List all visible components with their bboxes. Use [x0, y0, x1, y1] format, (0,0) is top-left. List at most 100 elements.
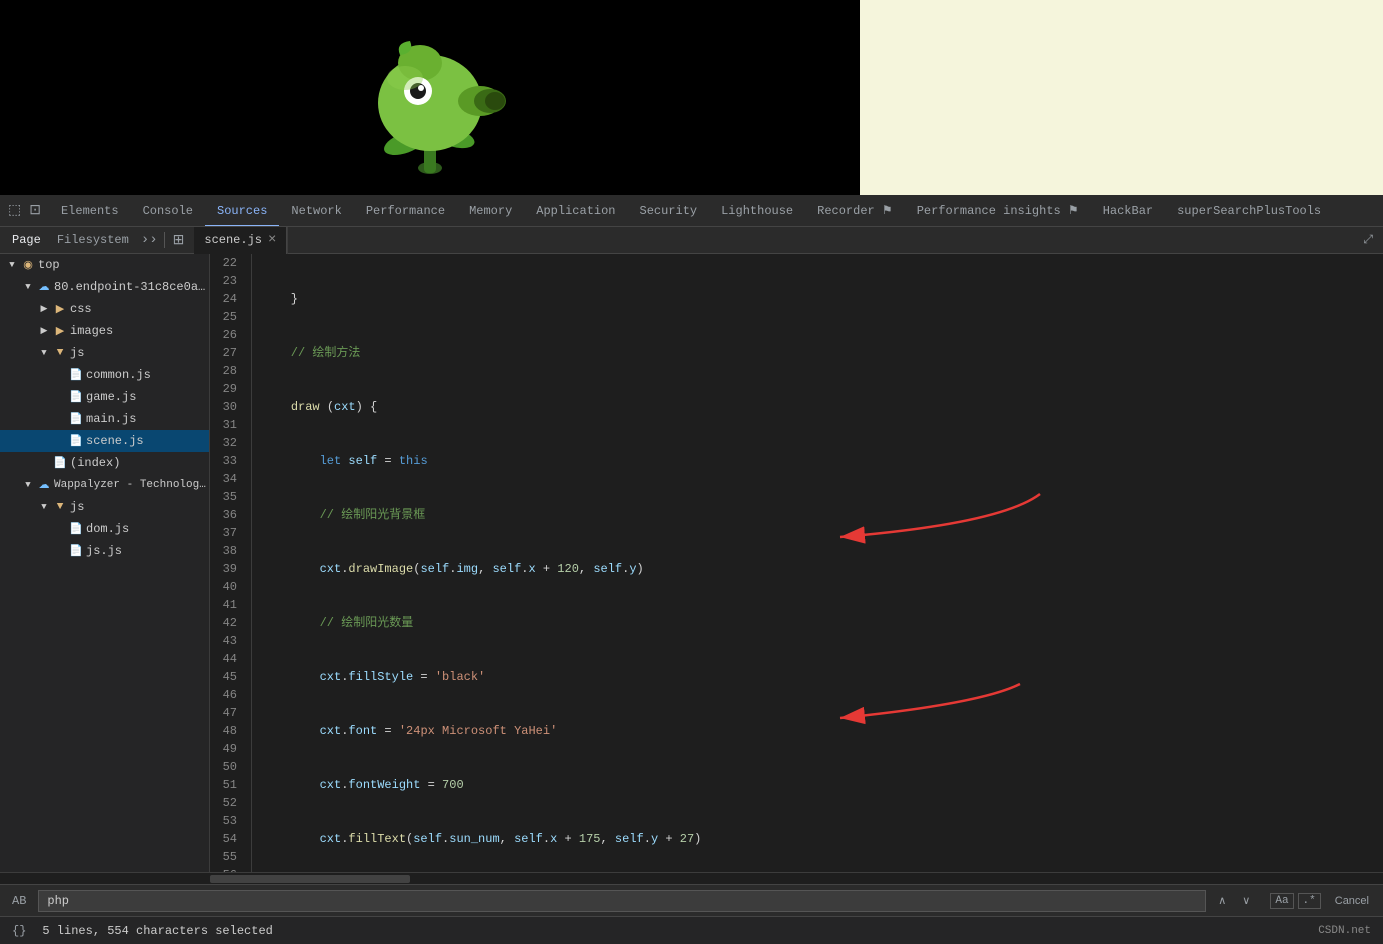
tab-console[interactable]: Console — [131, 195, 205, 227]
line-28: // 绘制阳光数量 — [262, 614, 1383, 632]
tree-item-index[interactable]: 📄 (index) — [0, 452, 209, 474]
tab-recorder[interactable]: Recorder ⚑ — [805, 195, 905, 227]
cloud-icon-endpoint: ☁ — [36, 280, 52, 294]
line-27: cxt.drawImage(self.img, self.x + 120, se… — [262, 560, 1383, 578]
more-tabs-icon[interactable]: ›› — [137, 232, 162, 248]
tree-arrow-wappalyzer: ▼ — [20, 480, 36, 490]
folder-icon-top: ◉ — [20, 258, 36, 272]
bottom-status-bar: {} 5 lines, 554 characters selected CSDN… — [0, 916, 1383, 944]
search-up-arrow[interactable]: ∧ — [1214, 894, 1230, 908]
file-icon-index: 📄 — [52, 456, 68, 470]
tree-item-js-folder[interactable]: ▼ ▼ js — [0, 342, 209, 364]
tree-label-images: images — [68, 324, 113, 338]
js-icon: {} — [12, 924, 26, 938]
cancel-search-btn[interactable]: Cancel — [1329, 893, 1375, 909]
tab-application[interactable]: Application — [524, 195, 627, 227]
tab-hackbar[interactable]: HackBar — [1091, 195, 1165, 227]
tab-memory[interactable]: Memory — [457, 195, 524, 227]
main-content: ▼ ◉ top ▼ ☁ 80.endpoint-31c8ce0a9bfa421b… — [0, 254, 1383, 872]
line-31: cxt.fontWeight = 700 — [262, 776, 1383, 794]
tree-item-dom-js[interactable]: 📄 dom.js — [0, 518, 209, 540]
tab-page[interactable]: Page — [4, 227, 49, 254]
devtools-icons: ⬚ ⊡ — [0, 198, 49, 223]
tree-arrow-js: ▼ — [36, 348, 52, 358]
case-match-btn[interactable]: Aa — [1270, 893, 1293, 909]
tree-label-jsjs: js.js — [84, 544, 122, 558]
line-23: // 绘制方法 — [262, 344, 1383, 362]
tree-label-dom-js: dom.js — [84, 522, 129, 536]
folder-icon-wap-js: ▼ — [52, 501, 68, 513]
devtools-tabs-bar: ⬚ ⊡ Elements Console Sources Network Per… — [0, 195, 1383, 227]
tree-label-endpoint: 80.endpoint-31c8ce0a9bfa421bb — [52, 280, 209, 294]
tab-performance-insights[interactable]: Performance insights ⚑ — [905, 195, 1091, 227]
tree-item-endpoint[interactable]: ▼ ☁ 80.endpoint-31c8ce0a9bfa421bb — [0, 276, 209, 298]
tab-network[interactable]: Network — [279, 195, 353, 227]
preview-area — [0, 0, 1383, 195]
line-26: // 绘制阳光背景框 — [262, 506, 1383, 524]
tree-label-common-js: common.js — [84, 368, 151, 382]
tree-label-top: top — [36, 258, 60, 272]
line-29: cxt.fillStyle = 'black' — [262, 668, 1383, 686]
code-editor[interactable]: 2223242526 2728293031 3233343536 3738394… — [210, 254, 1383, 872]
folder-icon-js: ▼ — [52, 347, 68, 359]
tree-label-css: css — [68, 302, 92, 316]
tree-item-wap-js[interactable]: ▼ ▼ js — [0, 496, 209, 518]
file-icon-game: 📄 — [68, 390, 84, 404]
code-content[interactable]: 2223242526 2728293031 3233343536 3738394… — [210, 254, 1383, 872]
line-24: draw (cxt) { — [262, 398, 1383, 416]
cloud-icon-wappalyzer: ☁ — [36, 478, 52, 492]
file-icon-main: 📄 — [68, 412, 84, 426]
tab-security[interactable]: Security — [628, 195, 710, 227]
line-22: } — [262, 290, 1383, 308]
add-folder-icon[interactable]: ⊞ — [167, 232, 191, 249]
close-file-tab[interactable]: × — [268, 233, 276, 247]
tree-arrow-endpoint: ▼ — [20, 282, 36, 292]
open-file-tab: scene.js × — [194, 227, 287, 254]
right-panel-preview — [860, 0, 1383, 195]
tree-item-game-js[interactable]: 📄 game.js — [0, 386, 209, 408]
case-sensitive-icon[interactable]: AB — [8, 894, 30, 908]
tab-lighthouse[interactable]: Lighthouse — [709, 195, 805, 227]
tab-supersearch[interactable]: superSearchPlusTools — [1165, 195, 1333, 227]
search-options: Aa .* — [1270, 893, 1320, 909]
tree-item-common-js[interactable]: 📄 common.js — [0, 364, 209, 386]
line-numbers: 2223242526 2728293031 3233343536 3738394… — [210, 254, 252, 872]
tree-label-js-folder: js — [68, 346, 84, 360]
folder-icon-images: ▶ — [52, 324, 68, 338]
regex-btn[interactable]: .* — [1298, 893, 1321, 909]
tree-arrow-css: ▶ — [36, 304, 52, 314]
expand-panel-icon[interactable]: ⤢ — [1357, 233, 1379, 247]
search-bottom-input[interactable] — [38, 890, 1206, 912]
inspect-icon[interactable]: ⬚ — [4, 198, 25, 223]
file-icon-dom: 📄 — [68, 522, 84, 536]
file-tree-sidebar: ▼ ◉ top ▼ ☁ 80.endpoint-31c8ce0a9bfa421b… — [0, 254, 210, 872]
file-tab-name: scene.js — [204, 227, 262, 254]
tree-label-game-js: game.js — [84, 390, 136, 404]
tree-item-scene-js[interactable]: 📄 scene.js — [0, 430, 209, 452]
file-icon-jsjs: 📄 — [68, 544, 84, 558]
tab-filesystem[interactable]: Filesystem — [49, 227, 137, 254]
device-icon[interactable]: ⊡ — [25, 198, 45, 223]
tree-label-wappalyzer: Wappalyzer - Technology profile — [52, 479, 209, 491]
tree-item-main-js[interactable]: 📄 main.js — [0, 408, 209, 430]
horizontal-scrollbar[interactable] — [0, 872, 1383, 884]
tree-item-top[interactable]: ▼ ◉ top — [0, 254, 209, 276]
tab-elements[interactable]: Elements — [49, 195, 131, 227]
line-25: let self = this — [262, 452, 1383, 470]
h-scrollbar-thumb[interactable] — [210, 875, 410, 883]
toolbar-divider — [164, 232, 165, 248]
tree-item-jsjs[interactable]: 📄 js.js — [0, 540, 209, 562]
tree-arrow-top: ▼ — [4, 260, 20, 270]
tree-item-wappalyzer[interactable]: ▼ ☁ Wappalyzer - Technology profile — [0, 474, 209, 496]
tree-label-main-js: main.js — [84, 412, 136, 426]
tree-label-index: (index) — [68, 456, 120, 470]
tree-item-css[interactable]: ▶ ▶ css — [0, 298, 209, 320]
tree-label-wap-js: js — [68, 500, 84, 514]
line-30: cxt.font = '24px Microsoft YaHei' — [262, 722, 1383, 740]
tree-arrow-wap-js: ▼ — [36, 502, 52, 512]
tab-sources[interactable]: Sources — [205, 195, 279, 227]
search-down-arrow[interactable]: ∨ — [1238, 894, 1254, 908]
tree-item-images[interactable]: ▶ ▶ images — [0, 320, 209, 342]
tab-performance[interactable]: Performance — [354, 195, 457, 227]
code-lines[interactable]: } // 绘制方法 draw (cxt) { let self = this /… — [252, 254, 1383, 872]
